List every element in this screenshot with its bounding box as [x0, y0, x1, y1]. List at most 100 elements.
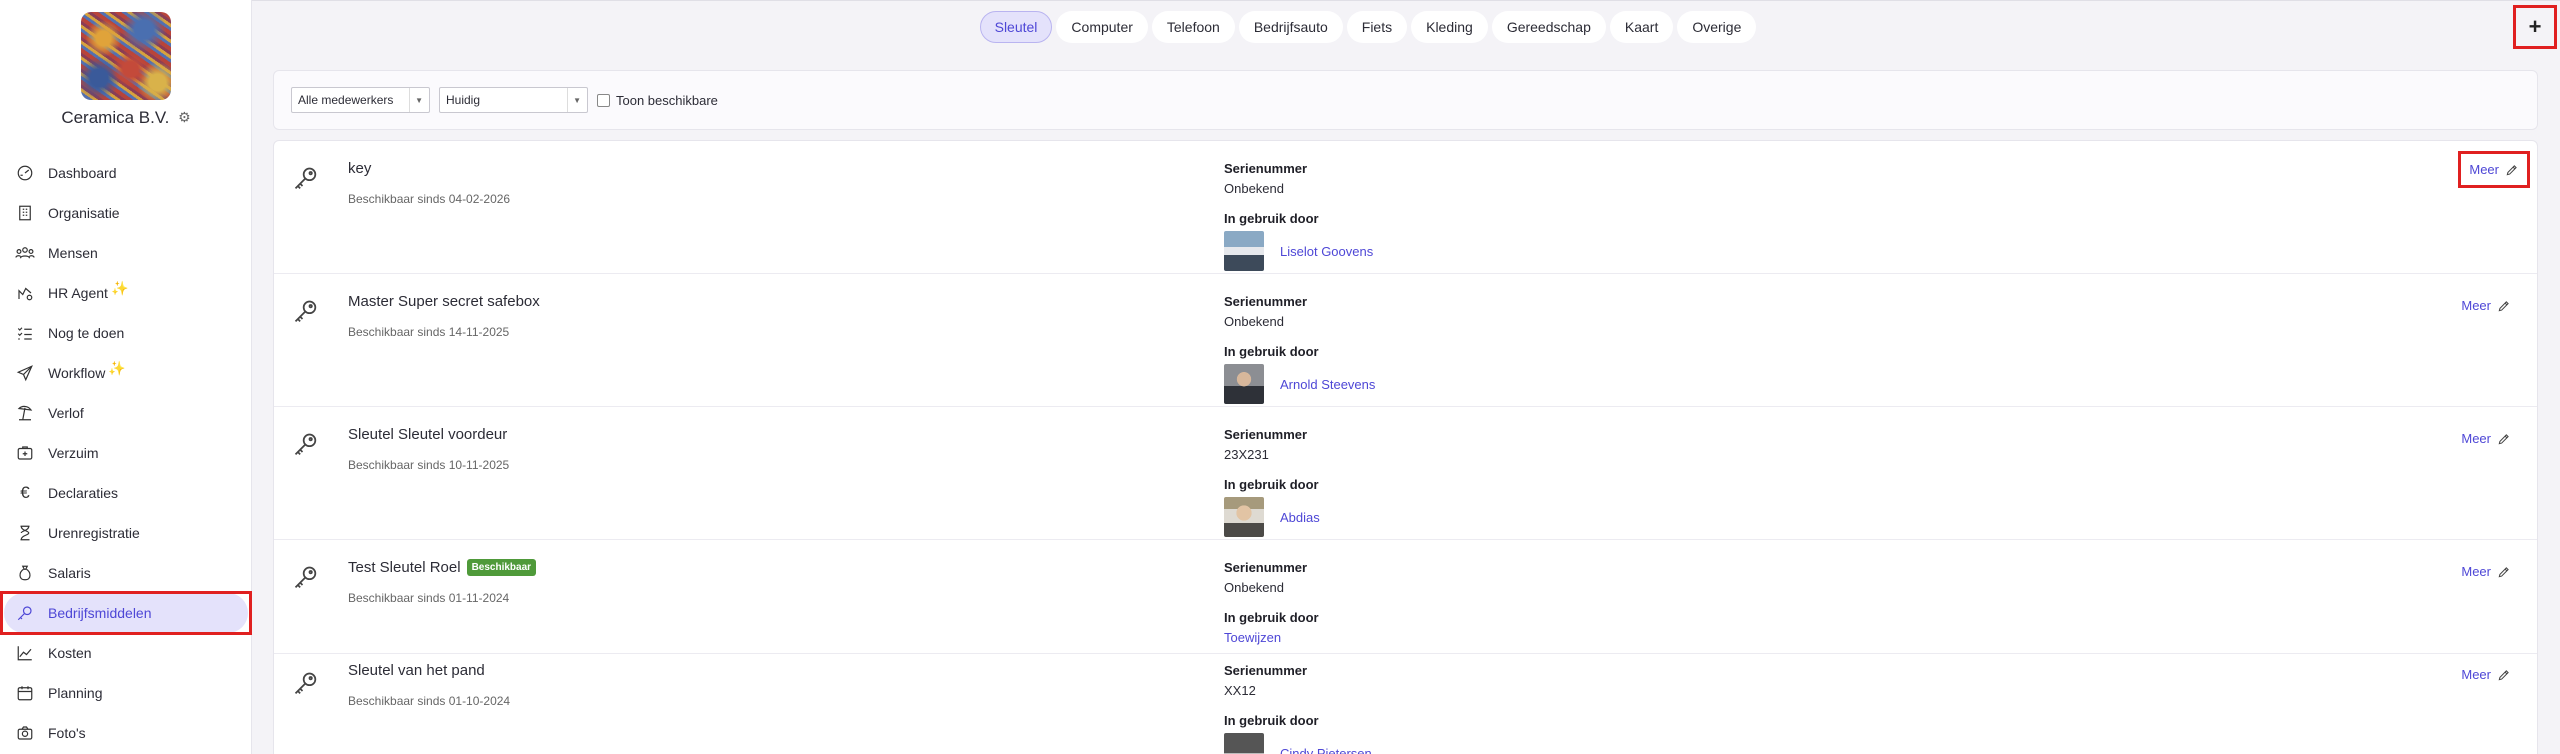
tab-overige[interactable]: Overige [1677, 10, 1757, 43]
medical-icon [14, 442, 36, 464]
assigned-user: Abdias [1224, 497, 1320, 537]
user-link[interactable]: Liselot Goovens [1280, 244, 1373, 259]
sidebar-item-salaris[interactable]: Salaris [0, 553, 252, 593]
sidebar-item-label: Kosten [48, 645, 92, 661]
sparkle-icon: ✨ [110, 279, 129, 296]
sidebar-item-mensen[interactable]: Mensen [0, 233, 252, 273]
tab-computer[interactable]: Computer [1056, 10, 1148, 43]
more-label: Meer [2461, 564, 2491, 579]
tab-bedrijfsauto[interactable]: Bedrijfsauto [1238, 10, 1343, 43]
chevron-down-icon: ▼ [567, 88, 581, 112]
more-button[interactable]: Meer [2455, 427, 2517, 450]
more-button[interactable]: Meer [2458, 151, 2530, 188]
show-available-checkbox[interactable] [597, 93, 610, 107]
tab-fiets[interactable]: Fiets [1346, 10, 1408, 43]
serial-value: Onbekend [1224, 181, 1284, 196]
sidebar-item-label: Salaris [48, 565, 91, 581]
sidebar-item-label: Dashboard [48, 165, 117, 181]
asset-available-since: Beschikbaar sinds 04-02-2026 [348, 192, 511, 206]
sidebar-item-bedrijfsmiddelen[interactable]: Bedrijfsmiddelen [0, 591, 252, 635]
sidebar-item-nog-te-doen[interactable]: Nog te doen [0, 313, 252, 353]
key-icon [14, 602, 36, 624]
sidebar-item-label: Bedrijfsmiddelen [48, 605, 152, 621]
key-icon [294, 300, 317, 322]
building-icon [14, 202, 36, 224]
sidebar-item-label: Urenregistratie [48, 525, 140, 541]
status-badge: Beschikbaar [466, 559, 537, 576]
sidebar-nav: Dashboard Organisatie Mensen HR Agent ✨ … [0, 153, 252, 753]
hr-agent-icon [14, 282, 36, 304]
list-item: Master Super secret safebox Beschikbaar … [274, 274, 2537, 407]
sidebar-item-label: Workflow [48, 365, 106, 381]
sidebar: Ceramica B.V. ⚙ Dashboard Organisatie Me… [0, 0, 252, 754]
dashboard-icon [14, 162, 36, 184]
in-use-label: In gebruik door [1224, 211, 1319, 226]
tab-telefoon[interactable]: Telefoon [1151, 10, 1235, 43]
sidebar-item-label: Nog te doen [48, 325, 125, 341]
serial-label: Serienummer [1224, 427, 1308, 442]
sidebar-item-kosten[interactable]: Kosten [0, 633, 252, 673]
serial-label: Serienummer [1224, 294, 1308, 309]
asset-name-text: Sleutel van het pand [348, 662, 485, 679]
user-link[interactable]: Arnold Steevens [1280, 377, 1375, 392]
sidebar-item-verlof[interactable]: Verlof [0, 393, 252, 433]
gear-icon[interactable]: ⚙ [178, 109, 191, 126]
list-item: key Beschikbaar sinds 04-02-2026 Serienu… [274, 141, 2537, 274]
employee-select-value: Alle medewerkers [298, 93, 394, 107]
asset-list: key Beschikbaar sinds 04-02-2026 Serienu… [273, 140, 2538, 754]
more-button[interactable]: Meer [2455, 294, 2517, 317]
sidebar-item-label: Mensen [48, 245, 98, 261]
sidebar-item-label: Foto's [48, 725, 86, 741]
asset-name: key [348, 160, 371, 177]
user-link[interactable]: Abdias [1280, 510, 1320, 525]
euro-icon: € [20, 483, 30, 502]
key-icon [294, 566, 317, 588]
sidebar-item-planning[interactable]: Planning [0, 673, 252, 713]
company-logo[interactable] [81, 12, 171, 100]
tab-kleding[interactable]: Kleding [1411, 10, 1488, 43]
avatar [1224, 364, 1264, 404]
more-button[interactable]: Meer [2455, 560, 2517, 583]
serial-value: Onbekend [1224, 580, 1284, 595]
sidebar-item-urenregistratie[interactable]: Urenregistratie [0, 513, 252, 553]
asset-name-text: Test Sleutel Roel [348, 559, 461, 576]
tab-sleutel[interactable]: Sleutel [979, 10, 1053, 43]
sidebar-item-workflow[interactable]: Workflow ✨ [0, 353, 252, 393]
pencil-icon [2498, 300, 2509, 311]
calendar-icon [14, 682, 36, 704]
sidebar-item-label: Verzuim [48, 445, 99, 461]
sidebar-item-organisatie[interactable]: Organisatie [0, 193, 252, 233]
in-use-label: In gebruik door [1224, 477, 1319, 492]
period-select-value: Huidig [446, 93, 481, 107]
period-select[interactable]: Huidig ▼ [439, 87, 588, 113]
tab-kaart[interactable]: Kaart [1609, 10, 1674, 43]
sidebar-item-dashboard[interactable]: Dashboard [0, 153, 252, 193]
pencil-icon [2498, 669, 2509, 680]
user-link[interactable]: Cindy Pietersen [1280, 746, 1372, 754]
asset-info: Serienummer 23X231 In gebruik door Abdia… [1224, 427, 1320, 537]
sidebar-item-label: Organisatie [48, 205, 120, 221]
key-icon [294, 672, 317, 694]
people-icon [14, 242, 36, 264]
more-button[interactable]: Meer [2455, 663, 2517, 686]
assign-link[interactable]: Toewijzen [1224, 630, 1319, 645]
sidebar-item-hr-agent[interactable]: HR Agent ✨ [0, 273, 252, 313]
employee-select[interactable]: Alle medewerkers ▼ [291, 87, 430, 113]
sidebar-item-verzuim[interactable]: Verzuim [0, 433, 252, 473]
sidebar-item-declaraties[interactable]: € Declaraties [0, 473, 252, 513]
sidebar-item-label: HR Agent [48, 285, 108, 301]
key-icon [294, 167, 317, 189]
sidebar-item-fotos[interactable]: Foto's [0, 713, 252, 753]
asset-name: Sleutel Sleutel voordeur [348, 426, 507, 443]
tab-gereedschap[interactable]: Gereedschap [1491, 10, 1606, 43]
send-icon [14, 362, 36, 384]
pencil-icon [2498, 566, 2509, 577]
in-use-label: In gebruik door [1224, 344, 1319, 359]
more-label: Meer [2461, 431, 2491, 446]
asset-available-since: Beschikbaar sinds 01-10-2024 [348, 694, 511, 708]
show-available-label[interactable]: Toon beschikbare [616, 93, 718, 108]
key-icon [294, 433, 317, 455]
add-button[interactable]: + [2513, 5, 2557, 49]
serial-label: Serienummer [1224, 560, 1308, 575]
more-label: Meer [2461, 667, 2491, 682]
